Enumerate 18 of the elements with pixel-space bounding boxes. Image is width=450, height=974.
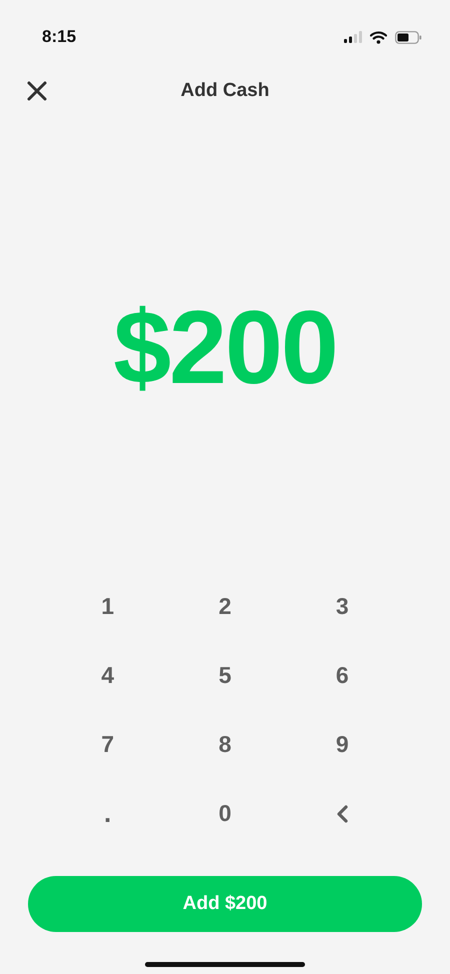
keypad-key[interactable]: 3 <box>307 572 378 641</box>
backspace-icon <box>335 804 350 824</box>
keypad-key[interactable]: . <box>72 779 143 848</box>
screen-title: Add Cash <box>180 78 270 103</box>
wifi-icon <box>370 30 387 44</box>
keypad-key[interactable]: 5 <box>190 641 260 710</box>
status-time: 8:15 <box>42 26 76 48</box>
keypad-key[interactable]: 8 <box>190 710 260 779</box>
keypad-key[interactable]: 1 <box>72 572 143 641</box>
keypad-key[interactable]: 0 <box>190 779 260 848</box>
signal-icon <box>344 31 362 43</box>
battery-icon <box>395 30 422 44</box>
keypad-key[interactable]: 4 <box>72 641 143 710</box>
amount-display: $200 <box>113 296 337 400</box>
keypad-key[interactable]: 2 <box>190 572 260 641</box>
keypad-key[interactable]: 6 <box>307 641 378 710</box>
keypad-key[interactable]: 7 <box>72 710 143 779</box>
keypad-key[interactable]: 9 <box>307 710 378 779</box>
